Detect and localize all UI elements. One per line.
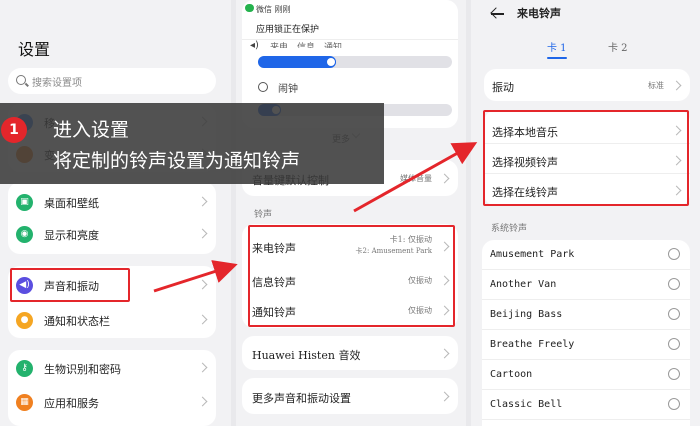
search-input[interactable]: 搜索设置项 [8,68,216,94]
step-number-badge: 1 [1,117,27,143]
wallpaper-icon: ▣ [16,194,33,211]
ringtone-volume-slider[interactable] [258,56,452,68]
radio-button[interactable] [668,398,680,410]
vibration-card: 振动 标准 [484,69,690,101]
ringtone-option[interactable]: Beijing Bass [482,300,690,330]
section-system-header: 系统铃声 [491,224,528,234]
ringtone-name: Another Van [490,279,557,290]
system-ringtone-list: Amusement Park Another Van Beijing Bass … [482,240,690,426]
histen-card: Huawei Histen 音效 [242,336,458,370]
ringtone-option[interactable]: Classic Bell [482,390,690,420]
settings-item-label: 桌面和壁纸 [44,197,99,210]
instruction-line-1: 进入设置 [53,119,130,141]
vibration-value: 标准 [648,81,664,90]
ringtone-name: Beijing Bass [490,309,563,320]
settings-item-apps[interactable]: ▦ 应用和服务 [8,386,216,418]
ringtone-option[interactable]: Breathe Freely [482,330,690,360]
highlight-ringtone-rows [248,225,455,327]
more-sound-label: 更多声音和振动设置 [252,392,351,405]
settings-item-biometrics[interactable]: ⚷ 生物识别和密码 [8,352,216,384]
settings-item-notifications[interactable]: ● 通知和状态栏 [8,304,216,336]
settings-item-label: 应用和服务 [44,397,99,410]
radio-button[interactable] [668,368,680,380]
vibration-label: 振动 [492,81,514,94]
eye-brightness-icon: ◉ [16,226,33,243]
search-icon [16,75,26,85]
ringtone-name: Classic Bell [490,399,563,410]
notification-app: 微信 刚刚 [256,5,291,14]
highlight-ringtone-choices [483,110,689,206]
slider-fill [258,56,336,68]
radio-button[interactable] [668,308,680,320]
speaker-small-icon: ◂) [250,40,259,51]
back-arrow-icon[interactable] [491,8,505,20]
more-sound-card: 更多声音和振动设置 [242,378,458,414]
volume-key-value: 媒体音量 [400,174,432,183]
vibration-row[interactable]: 振动 标准 [484,69,690,101]
notification-text: 应用锁正在保护 [256,25,320,35]
ringtone-name: Cartoon [490,369,533,380]
settings-panel: 设置 搜索设置项 移 变 ▣ 桌面和壁纸 ◉ 显示和亮度 ◀) [0,0,231,426]
ringtone-panel: 来电铃声 卡 1 卡 2 振动 标准 选择本地音乐 选择视频铃声 选择在线铃声 … [471,0,700,426]
volume-label: 来电、信息、通知 [270,43,343,48]
grid-icon: ▦ [16,394,33,411]
highlight-sound-settings [10,268,130,302]
ringtone-option[interactable]: Cartoon [482,360,690,390]
slider-knob[interactable] [326,57,336,67]
radio-button[interactable] [668,338,680,350]
page-title: 来电铃声 [517,7,561,20]
settings-item-label: 生物识别和密码 [44,363,121,376]
search-placeholder: 搜索设置项 [32,78,82,89]
tab-sim2[interactable]: 卡 2 [608,39,628,54]
histen-label: Huawei Histen 音效 [252,349,361,362]
instruction-callout: 1 进入设置 将定制的铃声设置为通知铃声 [0,103,384,184]
tab-sim1[interactable]: 卡 1 [547,39,567,59]
ringtone-option[interactable]: Amusement Park [482,240,690,270]
security-card: ⚷ 生物识别和密码 ▦ 应用和服务 [8,350,216,426]
ringtone-option[interactable]: Another Van [482,270,690,300]
alarm-label: 闹钟 [278,84,298,95]
settings-item-display[interactable]: ◉ 显示和亮度 [8,218,216,250]
settings-item-label: 显示和亮度 [44,229,99,242]
display-card: ▣ 桌面和壁纸 ◉ 显示和亮度 [8,182,216,254]
ringtone-name: Amusement Park [490,249,575,260]
section-ringtone-header: 铃声 [254,210,273,220]
key-icon: ⚷ [16,360,33,377]
alarm-icon [258,82,268,92]
bell-icon: ● [16,312,33,329]
page-title: 设置 [18,40,51,59]
radio-button[interactable] [668,278,680,290]
wechat-icon [245,4,254,12]
settings-item-wallpaper[interactable]: ▣ 桌面和壁纸 [8,186,216,218]
more-sound-row[interactable]: 更多声音和振动设置 [242,380,458,412]
notification-banner[interactable]: 微信 刚刚 应用锁正在保护 [242,0,458,40]
histen-row[interactable]: Huawei Histen 音效 [242,337,458,369]
ringtone-name: Breathe Freely [490,339,575,350]
sound-panel: 微信 刚刚 应用锁正在保护 ◂) 来电、信息、通知 闹钟 更多 音量键默认控制 … [236,0,466,426]
instruction-line-2: 将定制的铃声设置为通知铃声 [53,150,301,172]
radio-button[interactable] [668,248,680,260]
settings-item-label: 通知和状态栏 [44,315,110,328]
